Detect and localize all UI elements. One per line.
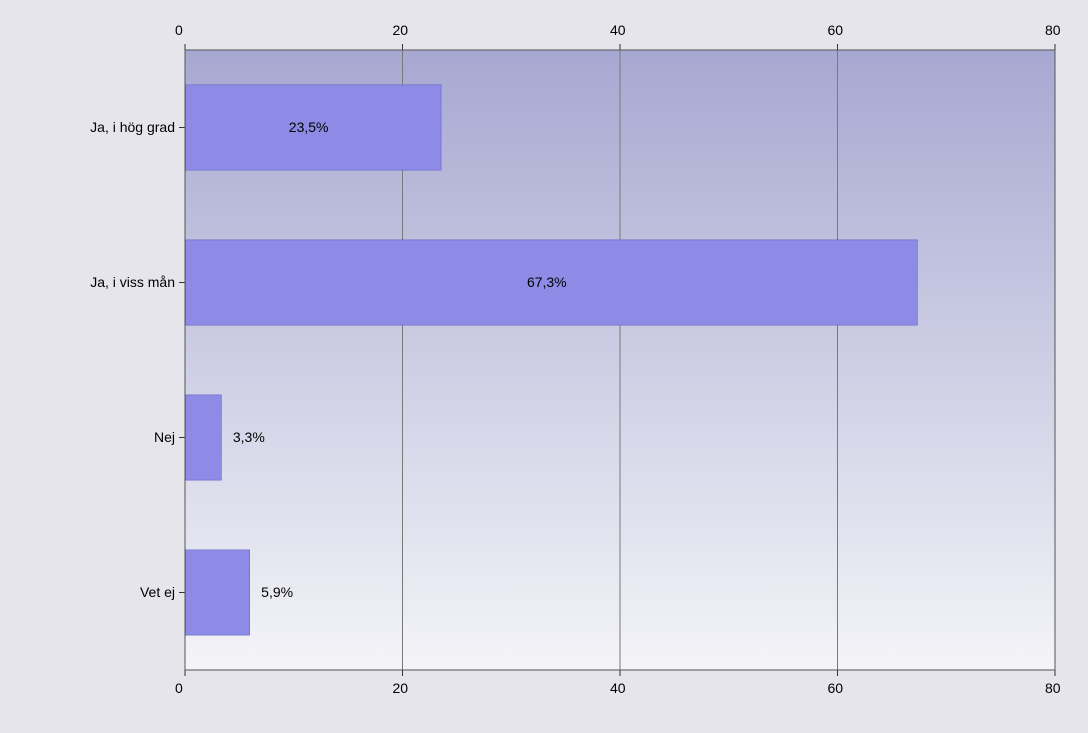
x-tick-top: 20 [393,22,409,38]
y-category-label: Nej [154,429,175,445]
x-tick-top: 60 [828,22,844,38]
x-tick-top: 80 [1045,22,1061,38]
bar-value-label: 5,9% [261,584,293,600]
bar-value-label: 67,3% [527,274,567,290]
chart-svg [0,0,1088,733]
x-tick-bottom: 60 [828,680,844,696]
y-category-label: Ja, i hög grad [90,119,175,135]
x-tick-bottom: 80 [1045,680,1061,696]
y-category-label: Vet ej [140,584,175,600]
x-tick-top: 0 [175,22,183,38]
plot-area [179,44,1055,676]
chart-container: 0 0 20 20 40 40 60 60 80 80 Ja, i hög grad 23,5% Ja,… [0,0,1088,733]
x-tick-top: 40 [610,22,626,38]
x-tick-bottom: 40 [610,680,626,696]
bar-value-label: 3,3% [233,429,265,445]
x-tick-bottom: 20 [393,680,409,696]
y-category-label: Ja, i viss mån [90,274,175,290]
x-tick-bottom: 0 [175,680,183,696]
bar-value-label: 23,5% [289,119,329,135]
